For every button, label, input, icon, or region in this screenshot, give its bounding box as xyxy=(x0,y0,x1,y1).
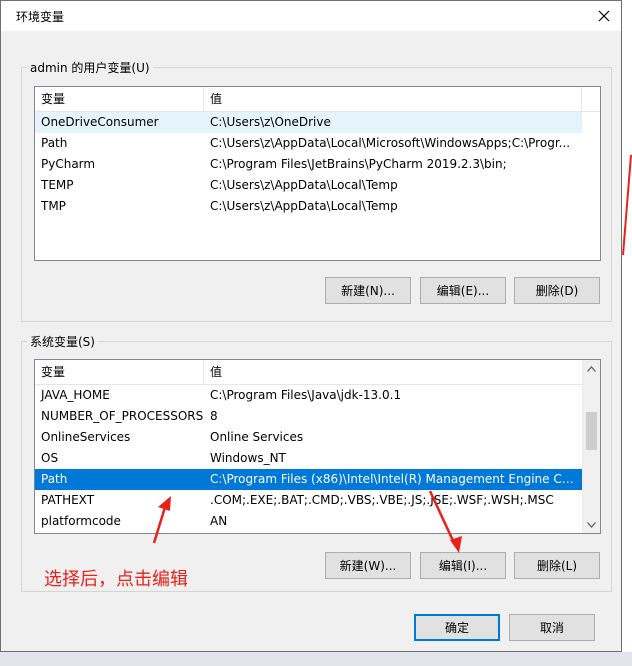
table-row[interactable]: JAVA_HOME C:\Program Files\Java\jdk-13.0… xyxy=(35,385,583,406)
sys-edit-button[interactable]: 编辑(I)... xyxy=(420,552,506,579)
table-row[interactable]: OS Windows_NT xyxy=(35,448,583,469)
table-row[interactable]: PyCharm C:\Program Files\JetBrains\PyCha… xyxy=(35,154,582,175)
edge-red-mark xyxy=(622,154,632,256)
user-edit-button[interactable]: 编辑(E)... xyxy=(420,277,506,304)
user-vars-legend: admin 的用户变量(U) xyxy=(27,59,153,76)
chevron-up-icon xyxy=(587,365,596,372)
close-button[interactable] xyxy=(587,1,621,31)
table-row[interactable]: NUMBER_OF_PROCESSORS 8 xyxy=(35,406,583,427)
env-vars-dialog: 环境变量 admin 的用户变量(U) 变量 值 OneDriveConsume… xyxy=(0,0,622,652)
table-row[interactable]: platformcode AN xyxy=(35,511,583,532)
sys-delete-button[interactable]: 删除(L) xyxy=(514,552,600,579)
scroll-thumb[interactable] xyxy=(586,412,597,450)
user-new-button[interactable]: 新建(N)... xyxy=(325,277,411,304)
table-row[interactable]: PATHEXT .COM;.EXE;.BAT;.CMD;.VBS;.VBE;.J… xyxy=(35,490,583,511)
table-row-selected[interactable]: Path C:\Program Files (x86)\Intel\Intel(… xyxy=(35,469,583,490)
window-title: 环境变量 xyxy=(16,10,65,24)
background-strip xyxy=(0,652,632,666)
user-delete-button[interactable]: 删除(D) xyxy=(514,277,600,304)
close-icon xyxy=(598,10,610,22)
table-row[interactable]: Path C:\Users\z\AppData\Local\Microsoft\… xyxy=(35,133,582,154)
table-row[interactable]: TEMP C:\Users\z\AppData\Local\Temp xyxy=(35,175,582,196)
column-header-name[interactable]: 变量 xyxy=(35,87,204,111)
sys-vars-header: 变量 值 xyxy=(35,360,584,385)
scroll-down-button[interactable] xyxy=(583,516,600,533)
annotation-text: 选择后，点击编辑 xyxy=(44,569,188,590)
table-row[interactable]: OnlineServices Online Services xyxy=(35,427,583,448)
ok-button[interactable]: 确定 xyxy=(414,614,500,641)
sys-vars-legend: 系统变量(S) xyxy=(27,333,98,350)
title-bar: 环境变量 xyxy=(1,1,621,31)
sys-vars-list[interactable]: 变量 值 JAVA_HOME C:\Program Files\Java\jdk… xyxy=(34,359,601,534)
table-row[interactable]: TMP C:\Users\z\AppData\Local\Temp xyxy=(35,196,582,217)
sys-new-button[interactable]: 新建(W)... xyxy=(325,552,411,579)
sys-vars-scrollbar[interactable] xyxy=(582,360,600,533)
cancel-button[interactable]: 取消 xyxy=(509,614,595,641)
user-vars-list[interactable]: 变量 值 OneDriveConsumer C:\Users\z\OneDriv… xyxy=(34,86,601,261)
column-header-value[interactable]: 值 xyxy=(204,360,584,384)
chevron-down-icon xyxy=(587,521,596,528)
column-header-name[interactable]: 变量 xyxy=(35,360,204,384)
scroll-up-button[interactable] xyxy=(583,360,600,377)
column-header-value[interactable]: 值 xyxy=(204,87,582,111)
user-vars-header: 变量 值 xyxy=(35,87,600,112)
table-row[interactable]: OneDriveConsumer C:\Users\z\OneDrive xyxy=(35,112,582,133)
